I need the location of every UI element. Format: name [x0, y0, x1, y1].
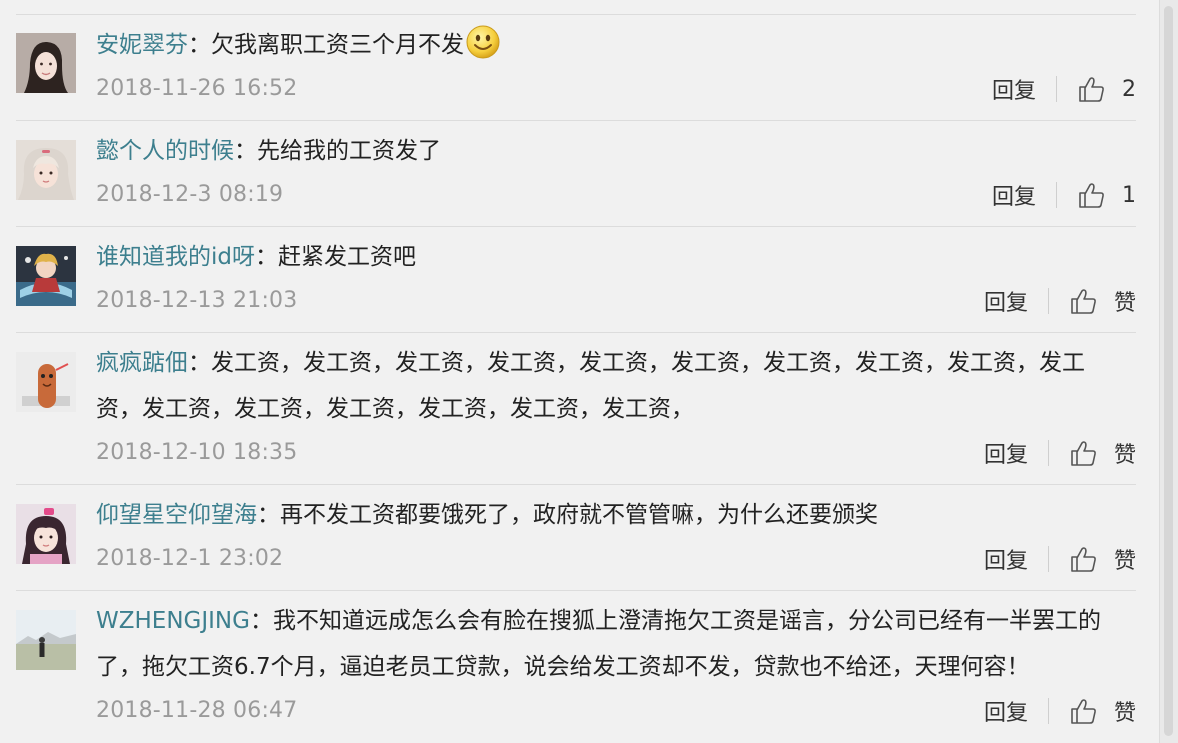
comment-time: 2018-11-28 06:47: [96, 698, 298, 723]
like-count: 2: [1122, 76, 1136, 102]
avatar[interactable]: [16, 33, 76, 93]
comment-content: 欠我离职工资三个月不发: [211, 32, 464, 58]
comment-divider: [16, 484, 1136, 485]
comment-content: 发工资，发工资，发工资，发工资，发工资，发工资，发工资，发工资，发工资，发工资，…: [96, 350, 1085, 422]
comment-text: 仰望星空仰望海：再不发工资都要饿死了，政府就不管管嘛，为什么还要颁奖: [96, 492, 1122, 538]
thumbs-up-icon: [1079, 77, 1104, 102]
comment-time: 2018-12-1 23:02: [96, 546, 284, 571]
comment-author[interactable]: 懿个人的时候: [96, 138, 234, 164]
like-label: 赞: [1113, 291, 1136, 316]
comment-text: WZHENGJING：我不知道远成怎么会有脸在搜狐上澄清拖欠工资是谣言，分公司已…: [96, 598, 1122, 690]
comment-time: 2018-12-3 08:19: [96, 182, 284, 207]
action-divider: [1047, 698, 1049, 724]
thumbs-up-icon: [1071, 289, 1096, 314]
smiley-emoji-icon: [466, 25, 500, 59]
comment-item: 谁知道我的id呀：赶紧发工资吧 2018-12-13 21:03 回复 赞: [0, 226, 1136, 332]
like-button[interactable]: 赞: [1069, 695, 1136, 727]
reply-button[interactable]: 回复: [992, 73, 1036, 105]
author-separator: ：: [255, 244, 278, 270]
reply-button[interactable]: 回复: [992, 179, 1036, 211]
comment-actions: 回复 1: [992, 180, 1136, 210]
comment-author[interactable]: WZHENGJING: [96, 608, 250, 634]
comment-item: WZHENGJING：我不知道远成怎么会有脸在搜狐上澄清拖欠工资是谣言，分公司已…: [0, 590, 1136, 743]
avatar[interactable]: [16, 352, 76, 412]
comment-content: 先给我的工资发了: [257, 138, 441, 164]
comment-text: 疯疯踮佃：发工资，发工资，发工资，发工资，发工资，发工资，发工资，发工资，发工资…: [96, 340, 1122, 432]
comment-actions: 回复 赞: [984, 544, 1136, 574]
like-button[interactable]: 赞: [1069, 285, 1136, 317]
comment-divider: [16, 590, 1136, 591]
comment-item: 仰望星空仰望海：再不发工资都要饿死了，政府就不管管嘛，为什么还要颁奖 2018-…: [0, 484, 1136, 590]
comment-text: 谁知道我的id呀：赶紧发工资吧: [96, 234, 1122, 280]
reply-button[interactable]: 回复: [984, 543, 1028, 575]
author-separator: ：: [257, 502, 280, 528]
author-separator: ：: [188, 32, 211, 58]
avatar[interactable]: [16, 610, 76, 670]
comment-text: 懿个人的时候：先给我的工资发了: [96, 128, 1122, 174]
comment-content: 赶紧发工资吧: [278, 244, 416, 270]
like-count: 1: [1122, 182, 1136, 208]
comment-divider: [16, 226, 1136, 227]
thumbs-up-icon: [1079, 183, 1104, 208]
reply-button[interactable]: 回复: [984, 285, 1028, 317]
author-separator: ：: [234, 138, 257, 164]
comment-actions: 回复 赞: [984, 696, 1136, 726]
comment-item: 安妮翠芬：欠我离职工资三个月不发 2018-11-26 16:52 回复 2: [0, 14, 1136, 120]
comment-actions: 回复 赞: [984, 286, 1136, 316]
thumbs-up-icon: [1071, 699, 1096, 724]
comment-actions: 回复 赞: [984, 438, 1136, 468]
reply-button[interactable]: 回复: [984, 695, 1028, 727]
action-divider: [1047, 288, 1049, 314]
avatar[interactable]: [16, 246, 76, 306]
comment-time: 2018-11-26 16:52: [96, 76, 298, 101]
comments-panel: 安妮翠芬：欠我离职工资三个月不发 2018-11-26 16:52 回复 2 懿…: [0, 0, 1160, 743]
comment-author[interactable]: 安妮翠芬: [96, 32, 188, 58]
action-divider: [1047, 440, 1049, 466]
comment-author[interactable]: 仰望星空仰望海: [96, 502, 257, 528]
like-label: 赞: [1113, 549, 1136, 574]
comment-author[interactable]: 疯疯踮佃: [96, 350, 188, 376]
comment-divider: [16, 14, 1136, 15]
like-button[interactable]: 赞: [1069, 543, 1136, 575]
action-divider: [1056, 182, 1057, 208]
comment-actions: 回复 2: [992, 74, 1136, 104]
comment-text: 安妮翠芬：欠我离职工资三个月不发: [96, 22, 1122, 68]
comment-divider: [16, 120, 1136, 121]
like-button[interactable]: 2: [1077, 75, 1136, 103]
scrollbar-thumb[interactable]: [1164, 6, 1173, 736]
scrollbar[interactable]: [1159, 0, 1178, 743]
comment-time: 2018-12-13 21:03: [96, 288, 298, 313]
comment-divider: [16, 332, 1136, 333]
avatar[interactable]: [16, 140, 76, 200]
comment-time: 2018-12-10 18:35: [96, 440, 298, 465]
action-divider: [1056, 76, 1057, 102]
author-separator: ：: [188, 350, 211, 376]
like-label: 赞: [1113, 443, 1136, 468]
like-button[interactable]: 1: [1077, 181, 1136, 209]
thumbs-up-icon: [1071, 547, 1096, 572]
like-label: 赞: [1113, 701, 1136, 726]
reply-button[interactable]: 回复: [984, 437, 1028, 469]
comment-author[interactable]: 谁知道我的id呀: [96, 244, 255, 270]
comment-item: 疯疯踮佃：发工资，发工资，发工资，发工资，发工资，发工资，发工资，发工资，发工资…: [0, 332, 1136, 484]
like-button[interactable]: 赞: [1069, 437, 1136, 469]
thumbs-up-icon: [1071, 441, 1096, 466]
comment-item: 懿个人的时候：先给我的工资发了 2018-12-3 08:19 回复 1: [0, 120, 1136, 226]
avatar[interactable]: [16, 504, 76, 564]
action-divider: [1047, 546, 1049, 572]
comment-content: 再不发工资都要饿死了，政府就不管管嘛，为什么还要颁奖: [280, 502, 878, 528]
author-separator: ：: [249, 608, 273, 634]
